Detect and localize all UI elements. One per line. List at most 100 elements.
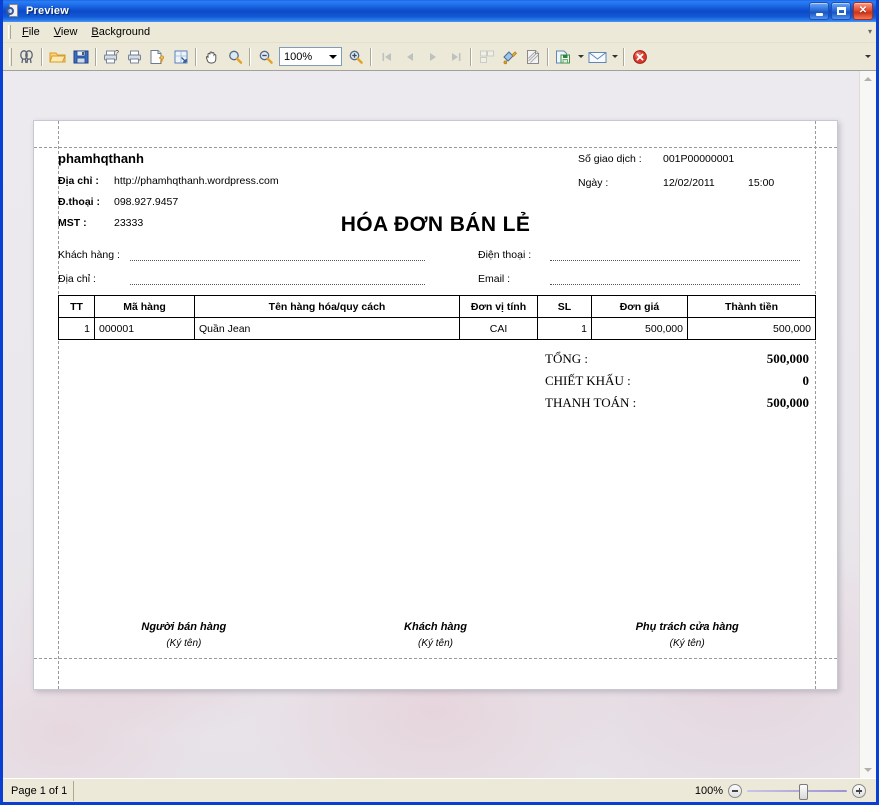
export-icon[interactable] [552, 46, 575, 68]
print-setup-icon[interactable]: ? [100, 46, 123, 68]
tong-label: TỔNG : [545, 351, 588, 366]
toolbar-separator [370, 47, 372, 66]
zoom-combo[interactable]: 100% [279, 47, 342, 66]
seller-sign-note: (Ký tên) [166, 638, 202, 649]
address-label: Địa chỉ : [58, 175, 99, 187]
close-button[interactable]: ✕ [853, 2, 873, 20]
signature-seller: Người bán hàng (Ký tên) [58, 621, 310, 649]
chevron-down-icon[interactable] [329, 55, 337, 59]
page-setup-icon[interactable] [146, 46, 169, 68]
menu-overflow-icon[interactable]: ▾ [868, 27, 872, 36]
customer-role-label: Khách hàng [404, 621, 467, 633]
zoom-out-button[interactable] [728, 783, 742, 798]
scale-icon[interactable] [169, 46, 192, 68]
open-icon[interactable] [46, 46, 69, 68]
zoom-slider-track [747, 789, 847, 792]
zoom-out-icon[interactable] [254, 46, 277, 68]
title-bar: Preview ✕ [3, 0, 876, 22]
toolbar-separator [547, 47, 549, 66]
scroll-down-button[interactable] [860, 762, 876, 778]
col-thanh-tien: Thành tiền [687, 295, 816, 318]
export-dropdown-icon[interactable] [575, 46, 586, 68]
margin-guide-bottom [34, 658, 837, 659]
preview-window: Preview ✕ File View Background ▾ ? 100% … [0, 0, 879, 805]
print-icon[interactable] [123, 46, 146, 68]
previous-page-icon[interactable] [398, 46, 421, 68]
transaction-no-value: 001P00000001 [663, 153, 735, 165]
customer-phone-input[interactable] [550, 249, 800, 261]
invoice-title: HÓA ĐƠN BÁN LẺ [340, 213, 531, 236]
zoom-combo-value: 100% [284, 50, 313, 63]
scroll-up-button[interactable] [860, 71, 876, 87]
toolbar-grip[interactable] [9, 47, 12, 66]
multiple-pages-icon[interactable] [475, 46, 498, 68]
zoom-percent-label: 100% [694, 784, 723, 797]
time-value: 15:00 [748, 177, 775, 189]
last-page-icon[interactable] [444, 46, 467, 68]
menu-background-label: ackground [98, 26, 151, 38]
magnifier-tool-icon[interactable] [223, 46, 246, 68]
menu-bar: File View Background ▾ [3, 22, 876, 43]
status-bar: Page 1 of 1 100% [3, 778, 876, 802]
find-icon[interactable] [15, 46, 38, 68]
close-preview-icon[interactable] [628, 46, 651, 68]
date-label: Ngày : [578, 177, 609, 189]
toolbar-separator [195, 47, 197, 66]
menu-view[interactable]: View [47, 24, 85, 40]
minimize-button[interactable] [809, 2, 829, 20]
toolbar-overflow-icon[interactable] [862, 46, 873, 68]
page-info-pane: Page 1 of 1 [5, 780, 75, 801]
menu-file-label: ile [28, 26, 40, 38]
total-row-chiet-khau: CHIẾT KHẤU : 0 [545, 370, 809, 392]
email-dropdown-icon[interactable] [609, 46, 620, 68]
total-row-thanh-toan: THANH TOÁN : 500,000 [545, 392, 809, 414]
save-icon[interactable] [69, 46, 92, 68]
first-page-icon[interactable] [375, 46, 398, 68]
zoom-control: 100% [694, 783, 874, 800]
manager-role-label: Phụ trách cửa hàng [635, 621, 739, 633]
col-ma-hang: Mã hàng [94, 295, 195, 318]
email-icon[interactable] [586, 46, 609, 68]
menu-grip[interactable] [8, 25, 11, 39]
customer-name-input[interactable] [130, 249, 425, 261]
date-value: 12/02/2011 [663, 177, 715, 189]
zoom-slider-thumb[interactable] [799, 783, 808, 800]
status-spacer [74, 781, 695, 801]
customer-address-input[interactable] [130, 273, 425, 285]
signature-manager: Phụ trách cửa hàng (Ký tên) [561, 621, 813, 649]
vertical-scrollbar[interactable] [859, 71, 876, 778]
signature-section: Người bán hàng (Ký tên) Khách hàng (Ký t… [58, 621, 813, 649]
hand-tool-icon[interactable] [200, 46, 223, 68]
zoom-in-icon[interactable] [344, 46, 367, 68]
totals-section: TỔNG : 500,000 CHIẾT KHẤU : 0 THANH TOÁN… [58, 348, 813, 414]
items-table: TT Mã hàng Tên hàng hóa/quy cách Đơn vị … [58, 295, 816, 340]
window-buttons: ✕ [809, 2, 873, 20]
margin-guide-top [34, 147, 837, 148]
zoom-slider[interactable] [747, 783, 847, 800]
zoom-in-button[interactable] [852, 783, 866, 798]
manager-sign-note: (Ký tên) [669, 638, 705, 649]
transaction-no-label: Số giao dịch : [578, 153, 642, 165]
seller-role-label: Người bán hàng [141, 621, 227, 633]
maximize-button[interactable] [831, 2, 851, 20]
page-color-icon[interactable] [498, 46, 521, 68]
toolbar: ? 100% [3, 43, 876, 71]
chiet-khau-value: 0 [802, 373, 810, 388]
toolbar-separator [623, 47, 625, 66]
next-page-icon[interactable] [421, 46, 444, 68]
toolbar-separator [41, 47, 43, 66]
cell-don-gia: 500,000 [591, 317, 688, 340]
cell-sl: 1 [537, 317, 592, 340]
signature-customer: Khách hàng (Ký tên) [310, 621, 562, 649]
menu-view-label: iew [60, 26, 78, 38]
customer-email-input[interactable] [550, 273, 800, 285]
phone-value: 098.927.9457 [114, 196, 179, 208]
svg-text:?: ? [115, 50, 119, 57]
col-don-gia: Đơn giá [591, 295, 688, 318]
col-sl: SL [537, 295, 592, 318]
cell-ten-hang: Quần Jean [194, 317, 460, 340]
menu-file[interactable]: File [15, 24, 47, 40]
menu-background[interactable]: Background [84, 24, 157, 40]
watermark-icon[interactable] [521, 46, 544, 68]
customer-sign-note: (Ký tên) [418, 638, 454, 649]
